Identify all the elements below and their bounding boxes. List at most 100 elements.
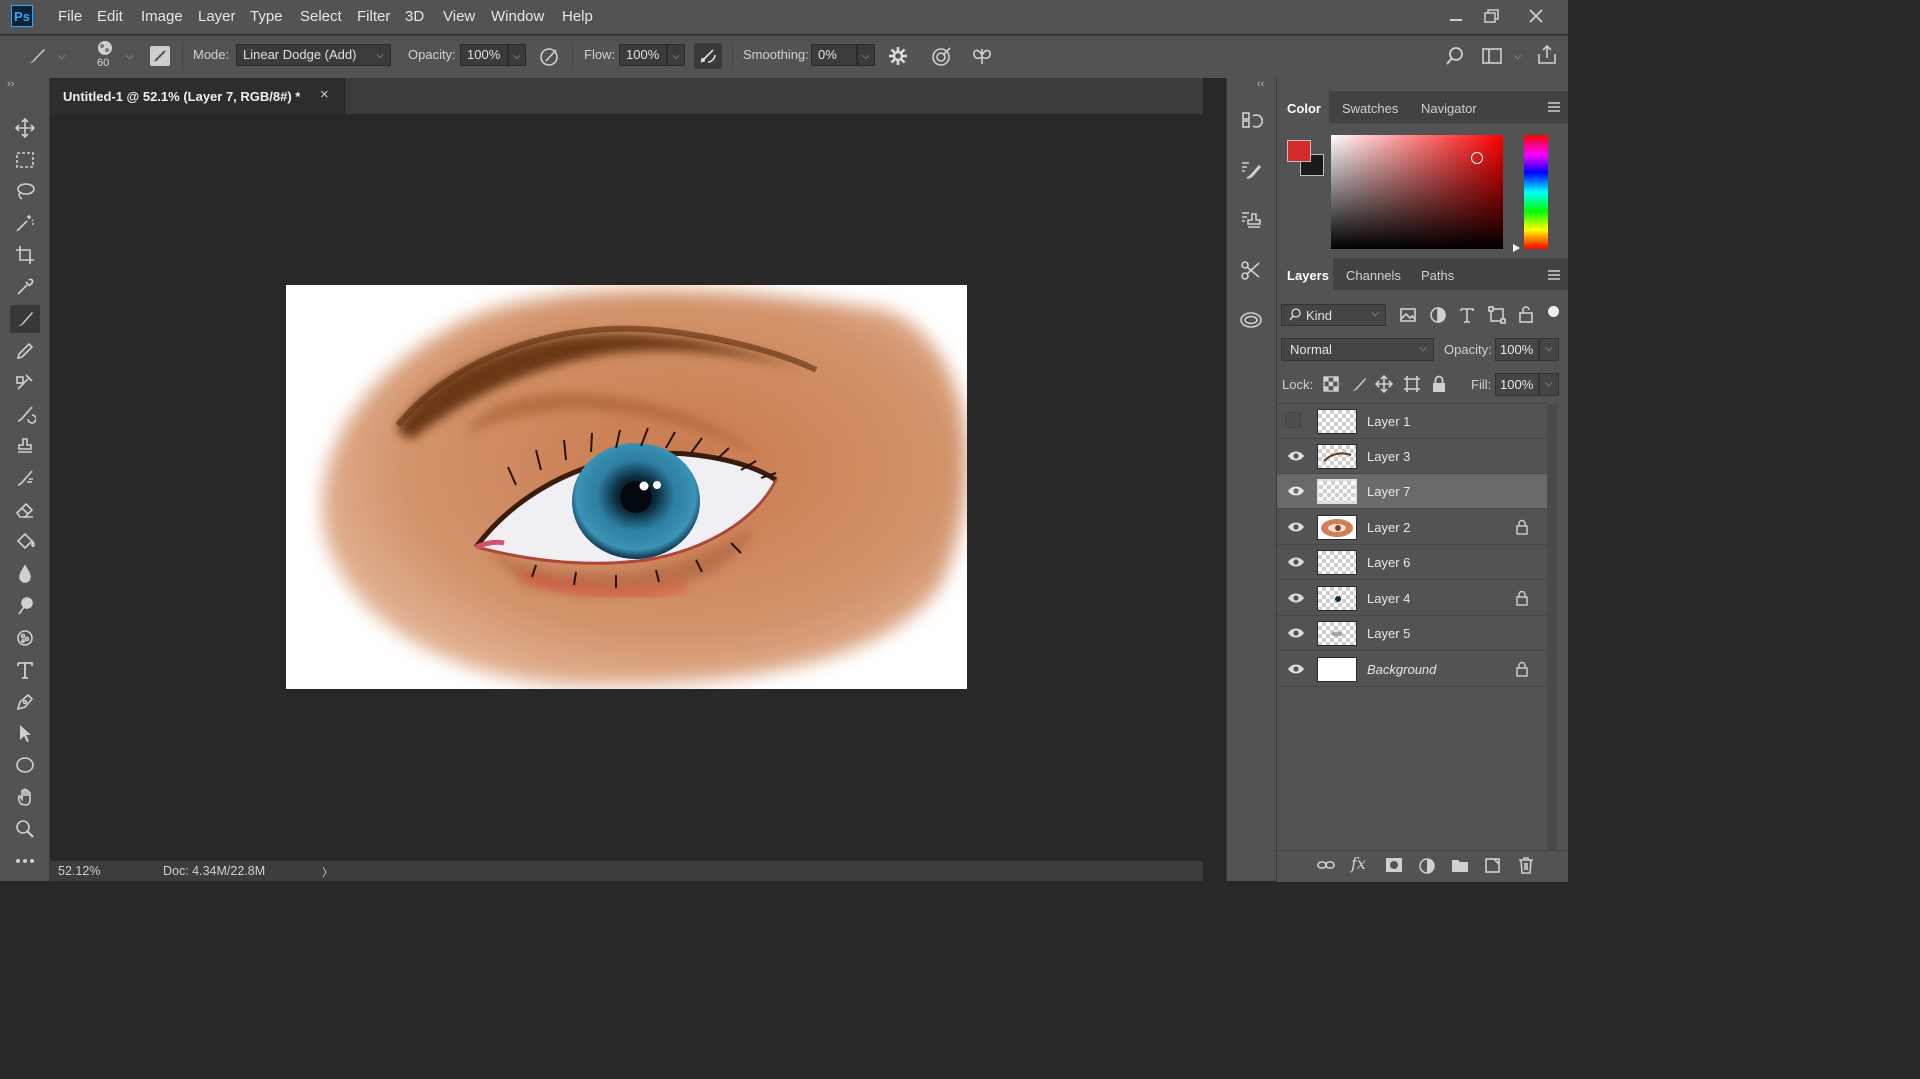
- menu-filter[interactable]: Filter: [357, 8, 390, 25]
- layer-opacity-input[interactable]: 100%: [1495, 338, 1539, 361]
- eye-icon[interactable]: [1287, 448, 1305, 464]
- layer-style-fx-icon[interactable]: fx: [1351, 854, 1366, 873]
- pressure-opacity-icon[interactable]: [538, 45, 562, 67]
- filter-adjustment-icon[interactable]: [1428, 305, 1448, 325]
- eye-icon[interactable]: [1287, 625, 1305, 641]
- move-tool-icon[interactable]: [10, 114, 40, 142]
- hue-slider-handle[interactable]: [1513, 244, 1520, 252]
- layer-row-layer-7[interactable]: Layer 7: [1277, 474, 1547, 509]
- chevron-down-icon[interactable]: ⌵: [1514, 51, 1522, 62]
- status-menu-arrow[interactable]: 〉: [322, 864, 333, 880]
- more-tools-icon[interactable]: [10, 847, 40, 875]
- creative-cloud-libraries-icon[interactable]: [1236, 305, 1266, 335]
- artboard-eye-painting[interactable]: [286, 285, 967, 689]
- art-history-brush-icon[interactable]: [10, 464, 40, 492]
- hue-slider[interactable]: [1524, 135, 1548, 249]
- layer-name[interactable]: Layer 3: [1367, 449, 1410, 464]
- filter-pixel-icon[interactable]: [1398, 305, 1418, 325]
- history-brush-tool-icon[interactable]: [10, 400, 40, 428]
- pen-tool-icon[interactable]: [10, 688, 40, 716]
- layer-opacity-dropdown[interactable]: ⌵: [1539, 338, 1559, 361]
- trash-icon[interactable]: [1516, 855, 1536, 875]
- tab-channels[interactable]: Channels: [1346, 268, 1401, 283]
- history-panel-icon[interactable]: [1236, 105, 1266, 135]
- blur-tool-icon[interactable]: [10, 560, 40, 588]
- layer-blend-mode-select[interactable]: Normal ⌵: [1281, 338, 1434, 361]
- new-layer-icon[interactable]: [1483, 856, 1503, 874]
- layer-name[interactable]: Layer 2: [1367, 520, 1410, 535]
- layer-filter-kind-select[interactable]: Kind ⌵: [1281, 304, 1386, 326]
- menu-view[interactable]: View: [443, 8, 475, 25]
- filter-toggle-switch[interactable]: [1548, 306, 1559, 317]
- share-icon[interactable]: [1535, 43, 1559, 67]
- blend-mode-select[interactable]: Linear Dodge (Add) ⌵: [236, 44, 391, 66]
- eye-icon[interactable]: [1287, 483, 1305, 499]
- brush-tip-icon[interactable]: [94, 38, 116, 58]
- eye-icon[interactable]: [1287, 554, 1305, 570]
- workspace-layout-icon[interactable]: [1480, 45, 1504, 67]
- brush-presets-icon[interactable]: [1236, 155, 1266, 185]
- minimize-icon[interactable]: [1441, 4, 1471, 28]
- gear-icon[interactable]: [887, 45, 909, 67]
- tab-swatches[interactable]: Swatches: [1342, 101, 1398, 116]
- layer-fill-input[interactable]: 100%: [1495, 373, 1539, 396]
- layer-row-layer-5[interactable]: Layer 5: [1277, 616, 1547, 651]
- eyedropper-tool-icon[interactable]: [10, 273, 40, 301]
- layer-row-layer-3[interactable]: Layer 3: [1277, 439, 1547, 474]
- type-tool-icon[interactable]: [10, 656, 40, 684]
- smoothing-input[interactable]: 0%: [811, 44, 857, 66]
- collapse-dock-icon[interactable]: ‹‹: [1257, 78, 1264, 90]
- smoothing-dropdown[interactable]: ⌵: [857, 44, 875, 66]
- menu-type[interactable]: Type: [250, 8, 283, 25]
- dodge-tool-icon[interactable]: [10, 592, 40, 620]
- layer-name[interactable]: Layer 6: [1367, 555, 1410, 570]
- chevron-down-icon[interactable]: ⌵: [58, 51, 66, 62]
- eraser-tool-icon[interactable]: [10, 496, 40, 524]
- layers-scrollbar[interactable]: [1547, 404, 1557, 874]
- zoom-tool-icon[interactable]: [10, 815, 40, 843]
- ellipse-tool-icon[interactable]: [10, 751, 40, 779]
- filter-shape-icon[interactable]: [1487, 305, 1507, 325]
- stamp-tool-icon[interactable]: [10, 432, 40, 460]
- expand-toolbar-icon[interactable]: ››: [7, 78, 14, 90]
- lock-position-icon[interactable]: [1375, 375, 1393, 393]
- brush-tool-icon[interactable]: [10, 305, 40, 333]
- panel-menu-icon[interactable]: [1547, 101, 1561, 113]
- symmetry-butterfly-icon[interactable]: [970, 45, 994, 67]
- flow-dropdown[interactable]: ⌵: [667, 44, 685, 66]
- airbrush-icon[interactable]: [694, 43, 722, 69]
- layer-name[interactable]: Background: [1367, 662, 1436, 677]
- menu-edit[interactable]: Edit: [97, 8, 123, 25]
- search-icon[interactable]: [1444, 45, 1466, 67]
- tool-presets-icon[interactable]: [1236, 255, 1266, 285]
- sponge-tool-icon[interactable]: [10, 624, 40, 652]
- opacity-dropdown[interactable]: ⌵: [508, 44, 526, 66]
- clone-stamp-tool-icon[interactable]: [10, 368, 40, 396]
- layer-name[interactable]: Layer 5: [1367, 626, 1410, 641]
- layer-row-layer-1[interactable]: Layer 1: [1277, 404, 1547, 439]
- crop-tool-icon[interactable]: [10, 241, 40, 269]
- layer-name[interactable]: Layer 7: [1367, 484, 1410, 499]
- new-adjustment-layer-icon[interactable]: [1418, 856, 1438, 874]
- link-layers-icon[interactable]: [1316, 856, 1336, 874]
- brush-tool-preset-icon[interactable]: [25, 45, 49, 67]
- close-window-icon[interactable]: [1521, 4, 1551, 28]
- flow-input[interactable]: 100%: [619, 44, 667, 66]
- filter-type-icon[interactable]: [1457, 305, 1477, 325]
- menu-window[interactable]: Window: [491, 8, 544, 25]
- layer-name[interactable]: Layer 1: [1367, 414, 1410, 429]
- document-tab[interactable]: Untitled-1 @ 52.1% (Layer 7, RGB/8#) * ×: [50, 78, 345, 114]
- layer-row-layer-6[interactable]: Layer 6: [1277, 545, 1547, 580]
- menu-layer[interactable]: Layer: [198, 8, 236, 25]
- clone-source-icon[interactable]: [1236, 205, 1266, 235]
- eye-icon[interactable]: [1287, 519, 1305, 535]
- lock-transparent-pixels-icon[interactable]: [1322, 375, 1340, 393]
- layer-fill-dropdown[interactable]: ⌵: [1539, 373, 1559, 396]
- add-layer-mask-icon[interactable]: [1384, 856, 1404, 874]
- menu-help[interactable]: Help: [562, 8, 593, 25]
- eye-icon[interactable]: [1287, 590, 1305, 606]
- new-group-folder-icon[interactable]: [1450, 856, 1470, 874]
- layer-row-layer-2[interactable]: Layer 2: [1277, 510, 1547, 545]
- restore-icon[interactable]: [1476, 4, 1506, 28]
- visibility-toggle-off[interactable]: [1285, 412, 1301, 428]
